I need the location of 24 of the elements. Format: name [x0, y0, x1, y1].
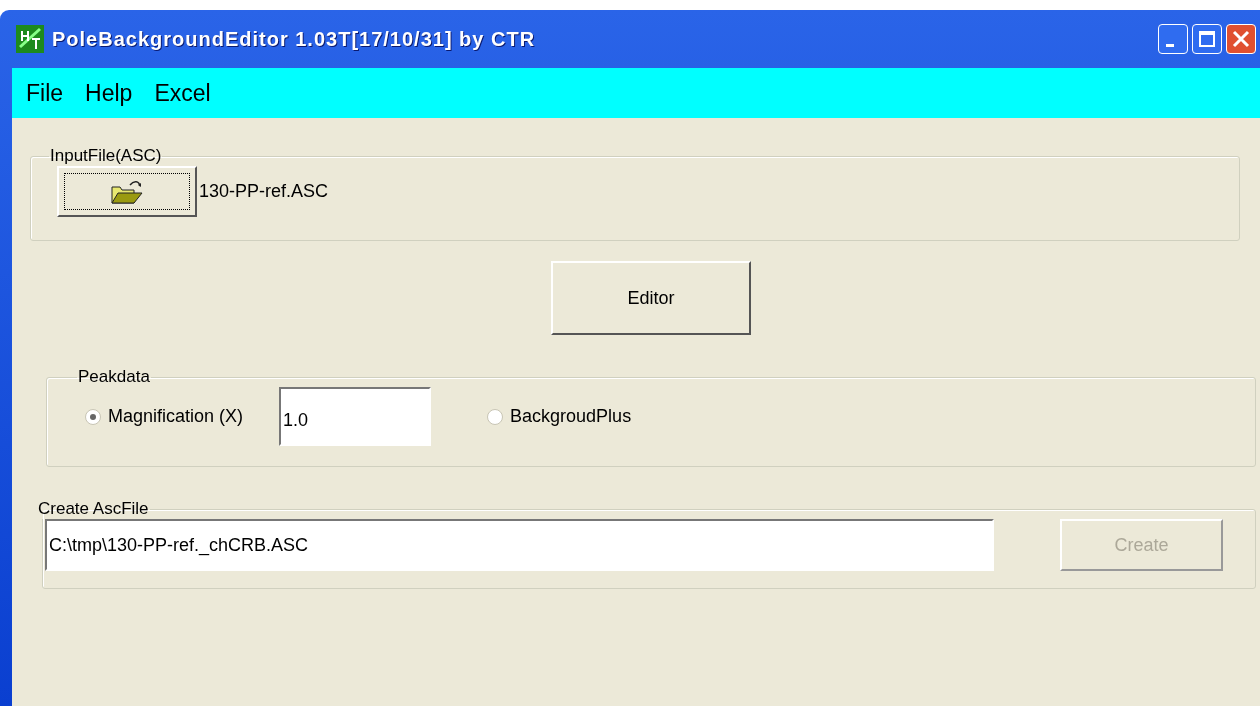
editor-button[interactable]: Editor [551, 261, 751, 335]
open-file-button[interactable] [57, 166, 197, 217]
close-button[interactable] [1226, 24, 1256, 54]
close-icon [1232, 30, 1250, 48]
minimize-icon [1166, 43, 1174, 47]
window-title: PoleBackgroundEditor 1.03T[17/10/31] by CTR [52, 27, 537, 51]
radio-label: BackgroudPlus [510, 406, 632, 427]
menu-item[interactable]: Excel [144, 79, 223, 107]
radio-button[interactable] [85, 408, 101, 425]
maximize-icon [1198, 30, 1216, 48]
folder-icon [110, 178, 144, 205]
magnification-field[interactable]: 1.0 [279, 387, 432, 446]
radio-label: Magnification (X) [108, 406, 244, 427]
maximize-button[interactable] [1192, 24, 1222, 54]
file-name: 130-PP-ref.ASC [199, 181, 329, 202]
radio-button[interactable] [487, 408, 504, 425]
group-title: Peakdata [77, 367, 151, 387]
minimize-button[interactable] [1158, 24, 1188, 54]
output-path-field[interactable]: C:\tmp\130-PP-ref._chCRB.ASC [45, 519, 994, 571]
menu-item[interactable]: File [16, 79, 76, 107]
group-title: InputFile(ASC) [49, 146, 163, 166]
app-icon [16, 25, 44, 53]
group-title: Create AscFile [37, 499, 150, 519]
menu-item[interactable]: Help [75, 79, 145, 107]
